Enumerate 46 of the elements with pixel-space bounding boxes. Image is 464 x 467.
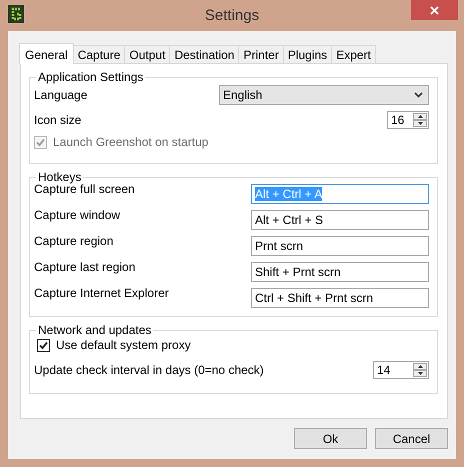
icon-size-spinner[interactable]: 16 <box>387 111 429 129</box>
checkmark-icon <box>36 138 45 146</box>
hotkey-label: Capture full screen <box>34 182 135 196</box>
checkmark-icon <box>39 340 48 350</box>
spin-up-button[interactable] <box>413 113 427 120</box>
arrow-down-icon <box>418 122 422 125</box>
field-label: Icon size <box>34 113 82 127</box>
hotkey-label: Capture Internet Explorer <box>34 286 169 300</box>
dialog-button[interactable]: Ok <box>294 428 367 449</box>
spin-up-button[interactable] <box>413 363 427 370</box>
dialog-button[interactable]: Cancel <box>375 428 448 449</box>
hotkey-field[interactable]: Alt + Ctrl + S <box>251 210 429 230</box>
close-icon <box>430 6 439 14</box>
hotkey-label: Capture region <box>34 234 114 248</box>
checkbox-label: Use default system proxy <box>56 338 191 352</box>
spin-down-button[interactable] <box>413 120 427 127</box>
hotkey-field[interactable]: Ctrl + Shift + Prnt scrn <box>251 288 429 308</box>
hotkey-field[interactable]: Shift + Prnt scrn <box>251 262 429 282</box>
spin-value: 16 <box>390 112 406 128</box>
group-title: Hotkeys <box>36 170 84 184</box>
spin-value: 14 <box>376 362 392 378</box>
hotkey-field[interactable]: Prnt scrn <box>251 236 429 256</box>
tab[interactable]: Expert <box>331 45 376 63</box>
checkbox-label: Launch Greenshot on startup <box>53 135 208 149</box>
dropdown-value: English <box>223 88 262 102</box>
tab[interactable]: General <box>19 43 74 64</box>
tab[interactable]: Capture <box>72 45 126 63</box>
arrow-down-icon <box>418 372 422 375</box>
field-label: Update check interval in days (0=no check) <box>34 363 264 377</box>
spin-down-button[interactable] <box>413 370 427 377</box>
hotkey-label: Capture last region <box>34 260 136 274</box>
tab[interactable]: Plugins <box>282 45 332 63</box>
app-logo-icon <box>8 5 24 23</box>
tab[interactable]: Output <box>124 45 170 63</box>
checkbox[interactable] <box>37 338 50 352</box>
arrow-up-icon <box>418 115 422 118</box>
close-button[interactable] <box>411 0 458 20</box>
language-dropdown[interactable]: English <box>219 85 429 105</box>
field-label: Language <box>34 88 88 102</box>
group-title: Application Settings <box>36 70 146 84</box>
hotkey-label: Capture window <box>34 208 120 222</box>
window-title: Settings <box>204 7 260 24</box>
chevron-down-icon <box>414 92 423 98</box>
interval-spinner[interactable]: 14 <box>373 361 429 379</box>
group-title: Network and updates <box>36 323 154 337</box>
arrow-up-icon <box>418 365 422 368</box>
